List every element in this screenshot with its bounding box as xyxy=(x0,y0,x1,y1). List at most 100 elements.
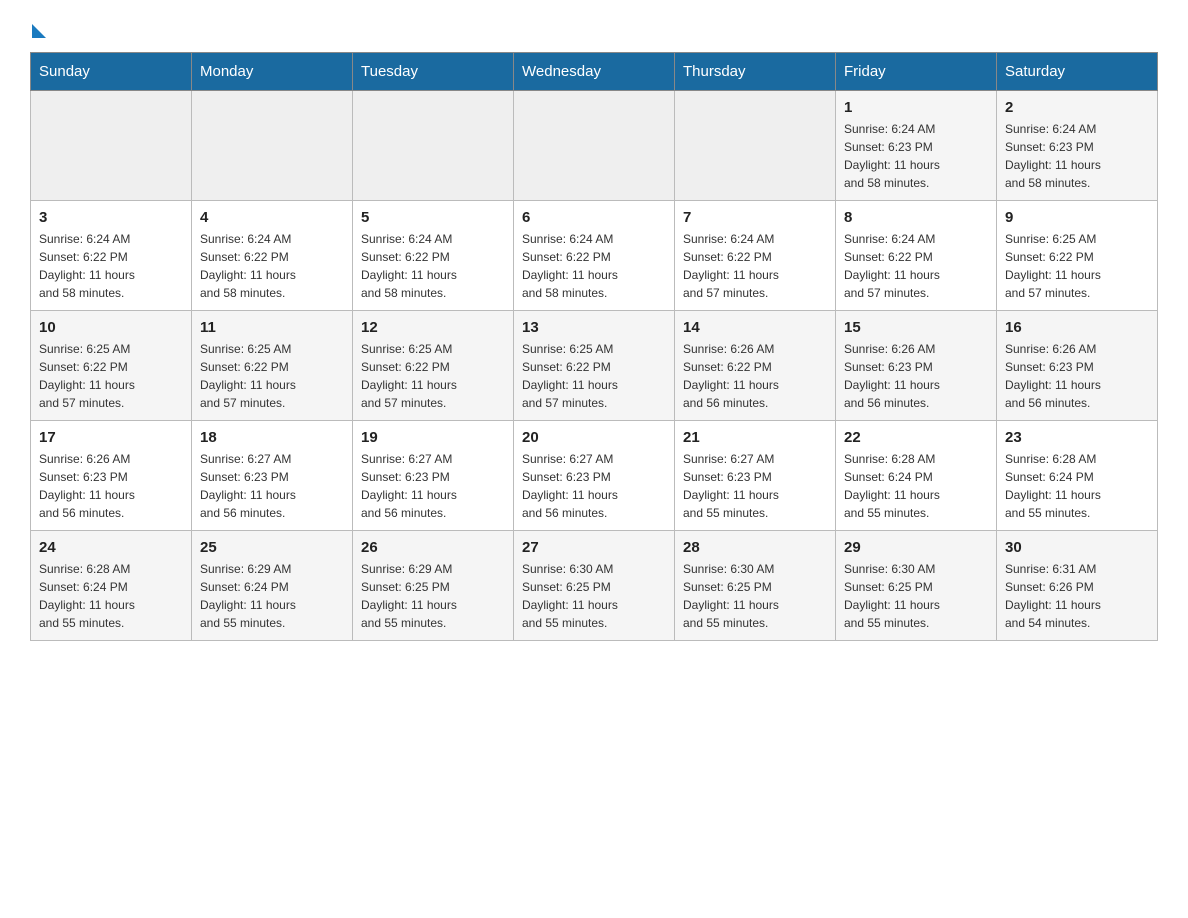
day-number: 14 xyxy=(683,319,827,336)
calendar-week-row: 17 Sunrise: 6:26 AM Sunset: 6:23 PM Dayli… xyxy=(31,421,1158,531)
day-info: Sunrise: 6:25 AM Sunset: 6:22 PM Dayligh… xyxy=(522,340,666,412)
day-number: 2 xyxy=(1005,99,1149,116)
day-info: Sunrise: 6:28 AM Sunset: 6:24 PM Dayligh… xyxy=(844,450,988,522)
calendar-day-cell: 25 Sunrise: 6:29 AM Sunset: 6:24 PM Dayli… xyxy=(192,531,353,641)
day-number: 26 xyxy=(361,539,505,556)
calendar-day-cell: 24 Sunrise: 6:28 AM Sunset: 6:24 PM Dayli… xyxy=(31,531,192,641)
day-info: Sunrise: 6:24 AM Sunset: 6:22 PM Dayligh… xyxy=(200,230,344,302)
day-info: Sunrise: 6:24 AM Sunset: 6:23 PM Dayligh… xyxy=(1005,120,1149,192)
calendar-day-cell: 3 Sunrise: 6:24 AM Sunset: 6:22 PM Daylig… xyxy=(31,201,192,311)
day-info: Sunrise: 6:27 AM Sunset: 6:23 PM Dayligh… xyxy=(522,450,666,522)
day-info: Sunrise: 6:24 AM Sunset: 6:22 PM Dayligh… xyxy=(683,230,827,302)
day-number: 6 xyxy=(522,209,666,226)
day-info: Sunrise: 6:26 AM Sunset: 6:23 PM Dayligh… xyxy=(1005,340,1149,412)
day-number: 3 xyxy=(39,209,183,226)
calendar-day-header: Sunday xyxy=(31,53,192,91)
day-number: 18 xyxy=(200,429,344,446)
calendar-day-cell: 6 Sunrise: 6:24 AM Sunset: 6:22 PM Daylig… xyxy=(514,201,675,311)
day-number: 22 xyxy=(844,429,988,446)
day-info: Sunrise: 6:24 AM Sunset: 6:23 PM Dayligh… xyxy=(844,120,988,192)
day-info: Sunrise: 6:26 AM Sunset: 6:23 PM Dayligh… xyxy=(39,450,183,522)
calendar-day-cell: 1Sunrise: 6:24 AM Sunset: 6:23 PM Daylig… xyxy=(836,91,997,201)
day-info: Sunrise: 6:27 AM Sunset: 6:23 PM Dayligh… xyxy=(361,450,505,522)
day-info: Sunrise: 6:24 AM Sunset: 6:22 PM Dayligh… xyxy=(361,230,505,302)
page-header xyxy=(30,20,1158,32)
calendar-day-cell: 7 Sunrise: 6:24 AM Sunset: 6:22 PM Daylig… xyxy=(675,201,836,311)
day-number: 15 xyxy=(844,319,988,336)
day-info: Sunrise: 6:28 AM Sunset: 6:24 PM Dayligh… xyxy=(1005,450,1149,522)
day-info: Sunrise: 6:25 AM Sunset: 6:22 PM Dayligh… xyxy=(361,340,505,412)
calendar-day-header: Thursday xyxy=(675,53,836,91)
day-number: 24 xyxy=(39,539,183,556)
day-info: Sunrise: 6:30 AM Sunset: 6:25 PM Dayligh… xyxy=(844,560,988,632)
calendar-day-cell: 11 Sunrise: 6:25 AM Sunset: 6:22 PM Dayli… xyxy=(192,311,353,421)
calendar-day-header: Friday xyxy=(836,53,997,91)
day-info: Sunrise: 6:28 AM Sunset: 6:24 PM Dayligh… xyxy=(39,560,183,632)
logo xyxy=(30,20,46,32)
calendar-day-cell: 2 Sunrise: 6:24 AM Sunset: 6:23 PM Daylig… xyxy=(997,91,1158,201)
day-number: 5 xyxy=(361,209,505,226)
calendar-day-cell: 5 Sunrise: 6:24 AM Sunset: 6:22 PM Daylig… xyxy=(353,201,514,311)
calendar-day-cell: 13 Sunrise: 6:25 AM Sunset: 6:22 PM Dayli… xyxy=(514,311,675,421)
calendar-day-header: Tuesday xyxy=(353,53,514,91)
calendar-table: SundayMondayTuesdayWednesdayThursdayFrid… xyxy=(30,52,1158,641)
day-number: 28 xyxy=(683,539,827,556)
calendar-day-cell: 14 Sunrise: 6:26 AM Sunset: 6:22 PM Dayli… xyxy=(675,311,836,421)
day-info: Sunrise: 6:29 AM Sunset: 6:25 PM Dayligh… xyxy=(361,560,505,632)
day-number: 16 xyxy=(1005,319,1149,336)
day-number: 17 xyxy=(39,429,183,446)
day-number: 9 xyxy=(1005,209,1149,226)
day-number: 23 xyxy=(1005,429,1149,446)
day-info: Sunrise: 6:24 AM Sunset: 6:22 PM Dayligh… xyxy=(844,230,988,302)
day-info: Sunrise: 6:27 AM Sunset: 6:23 PM Dayligh… xyxy=(200,450,344,522)
day-info: Sunrise: 6:30 AM Sunset: 6:25 PM Dayligh… xyxy=(683,560,827,632)
day-info: Sunrise: 6:30 AM Sunset: 6:25 PM Dayligh… xyxy=(522,560,666,632)
calendar-day-cell xyxy=(31,91,192,201)
calendar-week-row: 24 Sunrise: 6:28 AM Sunset: 6:24 PM Dayli… xyxy=(31,531,1158,641)
day-number: 30 xyxy=(1005,539,1149,556)
day-number: 13 xyxy=(522,319,666,336)
calendar-day-cell: 22 Sunrise: 6:28 AM Sunset: 6:24 PM Dayli… xyxy=(836,421,997,531)
calendar-day-cell: 26 Sunrise: 6:29 AM Sunset: 6:25 PM Dayli… xyxy=(353,531,514,641)
calendar-day-cell: 21 Sunrise: 6:27 AM Sunset: 6:23 PM Dayli… xyxy=(675,421,836,531)
calendar-week-row: 1Sunrise: 6:24 AM Sunset: 6:23 PM Daylig… xyxy=(31,91,1158,201)
calendar-day-cell: 29 Sunrise: 6:30 AM Sunset: 6:25 PM Dayli… xyxy=(836,531,997,641)
day-info: Sunrise: 6:24 AM Sunset: 6:22 PM Dayligh… xyxy=(522,230,666,302)
calendar-week-row: 3 Sunrise: 6:24 AM Sunset: 6:22 PM Daylig… xyxy=(31,201,1158,311)
calendar-header-row: SundayMondayTuesdayWednesdayThursdayFrid… xyxy=(31,53,1158,91)
day-info: Sunrise: 6:25 AM Sunset: 6:22 PM Dayligh… xyxy=(200,340,344,412)
day-number: 12 xyxy=(361,319,505,336)
day-number: 25 xyxy=(200,539,344,556)
day-info: Sunrise: 6:26 AM Sunset: 6:23 PM Dayligh… xyxy=(844,340,988,412)
logo-arrow-icon xyxy=(32,24,46,38)
day-info: Sunrise: 6:26 AM Sunset: 6:22 PM Dayligh… xyxy=(683,340,827,412)
day-number: 19 xyxy=(361,429,505,446)
day-info: Sunrise: 6:29 AM Sunset: 6:24 PM Dayligh… xyxy=(200,560,344,632)
calendar-day-cell: 18 Sunrise: 6:27 AM Sunset: 6:23 PM Dayli… xyxy=(192,421,353,531)
day-number: 10 xyxy=(39,319,183,336)
day-number: 20 xyxy=(522,429,666,446)
calendar-day-cell: 12 Sunrise: 6:25 AM Sunset: 6:22 PM Dayli… xyxy=(353,311,514,421)
day-number: 29 xyxy=(844,539,988,556)
calendar-day-cell xyxy=(353,91,514,201)
calendar-day-cell: 9Sunrise: 6:25 AM Sunset: 6:22 PM Daylig… xyxy=(997,201,1158,311)
day-info: Sunrise: 6:27 AM Sunset: 6:23 PM Dayligh… xyxy=(683,450,827,522)
day-number: 7 xyxy=(683,209,827,226)
calendar-day-cell: 27 Sunrise: 6:30 AM Sunset: 6:25 PM Dayli… xyxy=(514,531,675,641)
day-number: 21 xyxy=(683,429,827,446)
calendar-week-row: 10 Sunrise: 6:25 AM Sunset: 6:22 PM Dayli… xyxy=(31,311,1158,421)
calendar-day-header: Monday xyxy=(192,53,353,91)
calendar-day-header: Saturday xyxy=(997,53,1158,91)
calendar-day-cell: 8 Sunrise: 6:24 AM Sunset: 6:22 PM Daylig… xyxy=(836,201,997,311)
calendar-day-cell: 19 Sunrise: 6:27 AM Sunset: 6:23 PM Dayli… xyxy=(353,421,514,531)
day-number: 11 xyxy=(200,319,344,336)
calendar-day-cell: 23 Sunrise: 6:28 AM Sunset: 6:24 PM Dayli… xyxy=(997,421,1158,531)
day-number: 8 xyxy=(844,209,988,226)
calendar-day-cell: 4Sunrise: 6:24 AM Sunset: 6:22 PM Daylig… xyxy=(192,201,353,311)
day-number: 27 xyxy=(522,539,666,556)
calendar-day-cell: 10Sunrise: 6:25 AM Sunset: 6:22 PM Dayli… xyxy=(31,311,192,421)
calendar-day-cell: 30Sunrise: 6:31 AM Sunset: 6:26 PM Dayli… xyxy=(997,531,1158,641)
calendar-day-cell: 17 Sunrise: 6:26 AM Sunset: 6:23 PM Dayli… xyxy=(31,421,192,531)
day-info: Sunrise: 6:24 AM Sunset: 6:22 PM Dayligh… xyxy=(39,230,183,302)
calendar-day-cell: 16 Sunrise: 6:26 AM Sunset: 6:23 PM Dayli… xyxy=(997,311,1158,421)
